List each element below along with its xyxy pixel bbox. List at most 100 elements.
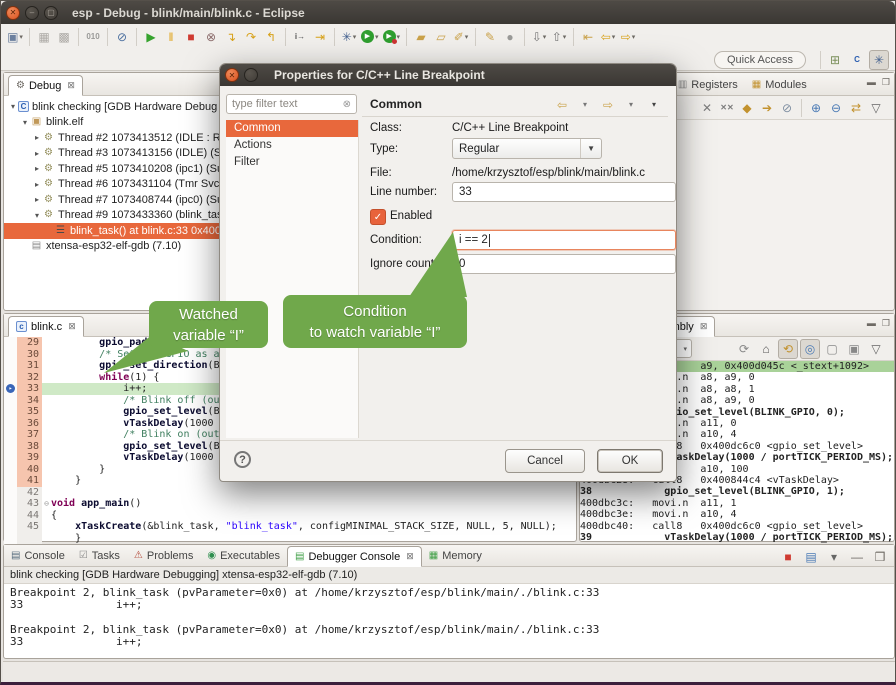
mark-occurrences-icon[interactable]: ✎ <box>480 27 500 47</box>
cpp-perspective-icon[interactable]: C <box>847 50 867 70</box>
home-icon[interactable]: ⌂ <box>756 339 776 359</box>
close-icon[interactable]: ⊠ <box>67 80 75 91</box>
view-menu-icon[interactable]: ▾ <box>644 95 664 115</box>
breakpoint-margin[interactable] <box>4 418 17 430</box>
debug-perspective-icon[interactable]: ✳ <box>869 50 889 70</box>
tab-tasks[interactable]: ☑Tasks <box>72 545 127 566</box>
clear-filter-icon[interactable]: ⊗ <box>343 99 351 110</box>
instruction-stepping-icon[interactable]: i→ <box>290 27 310 47</box>
dialog-close-button[interactable]: ✕ <box>225 68 239 82</box>
dialog-nav-filter[interactable]: Filter <box>226 154 358 171</box>
tab-blink-c[interactable]: c blink.c ⊠ <box>8 316 84 337</box>
breakpoint-margin[interactable] <box>4 429 17 441</box>
ignore-count-field[interactable]: 0 <box>452 254 676 274</box>
tab-registers[interactable]: ▥Registers <box>671 74 745 95</box>
maximize-icon[interactable]: ❒ <box>870 547 890 567</box>
enabled-checkbox[interactable]: ✓ <box>370 209 386 225</box>
breakpoint-margin[interactable] <box>4 406 17 418</box>
remove-breakpoint-icon[interactable]: ✕ <box>697 98 717 118</box>
collapsed-arrow-icon[interactable]: ▸ <box>32 164 42 173</box>
last-edit-location-icon[interactable]: ⇤ <box>578 27 598 47</box>
minimize-icon[interactable]: — <box>847 547 867 567</box>
track-expression-icon[interactable]: ◎ <box>800 339 820 359</box>
forward-icon[interactable]: ⇨ <box>598 95 618 115</box>
step-over-icon[interactable]: ↷ <box>241 27 261 47</box>
display-console-icon[interactable]: ▤ <box>801 547 821 567</box>
debug-dropdown-icon[interactable]: ✳▾ <box>339 27 359 47</box>
window-maximize-button[interactable]: ▢ <box>44 6 58 20</box>
dialog-window-button[interactable] <box>244 68 258 82</box>
breakpoint-margin[interactable] <box>4 452 17 464</box>
external-tools-icon[interactable]: ▶▾ <box>381 27 403 47</box>
terminate-console-icon[interactable]: ■ <box>778 547 798 567</box>
collapsed-arrow-icon[interactable]: ▸ <box>32 133 42 142</box>
condition-field[interactable]: i == 2 <box>452 230 676 250</box>
open-perspective-icon[interactable]: ⊞ <box>825 50 845 70</box>
import-folder-icon[interactable]: ▱ <box>431 27 451 47</box>
collapse-all-icon[interactable]: ⊖ <box>826 98 846 118</box>
back-icon[interactable]: ⇦▾ <box>598 27 618 47</box>
close-icon[interactable]: ⊠ <box>68 321 76 332</box>
goto-file-icon[interactable]: ➔ <box>757 98 777 118</box>
breakpoint-margin[interactable] <box>4 487 17 499</box>
breakpoint-margin[interactable] <box>4 464 17 476</box>
tab-debugger-console[interactable]: ▤Debugger Console⊠ <box>287 546 422 567</box>
maximize-icon[interactable]: ❒ <box>882 318 890 329</box>
breakpoint-margin[interactable] <box>4 349 17 361</box>
skip-all-icon[interactable]: ⊘ <box>777 98 797 118</box>
tab-executables[interactable]: ◉Executables <box>200 545 287 566</box>
breakpoint-margin[interactable] <box>4 475 17 487</box>
collapsed-arrow-icon[interactable]: ▸ <box>32 195 42 204</box>
back-dropdown-icon[interactable]: ▾ <box>575 95 595 115</box>
breakpoint-margin[interactable] <box>4 510 17 522</box>
disconnect-icon[interactable]: ⊗ <box>201 27 221 47</box>
show-supported-breakpoints-icon[interactable]: ◆ <box>737 98 757 118</box>
new-view-icon[interactable]: ▢ <box>822 339 842 359</box>
maximize-icon[interactable]: ❒ <box>882 77 890 88</box>
step-filters-icon[interactable]: ⇥ <box>310 27 330 47</box>
save-all-icon[interactable]: ▩ <box>54 27 74 47</box>
breakpoint-margin[interactable] <box>4 395 17 407</box>
link-with-debug-icon[interactable]: ⇄ <box>846 98 866 118</box>
binary-file-icon[interactable]: 010 <box>83 27 103 47</box>
breakpoint-margin[interactable] <box>4 498 17 510</box>
expanded-arrow-icon[interactable]: ▾ <box>8 102 18 111</box>
skip-all-breakpoints-icon[interactable]: ⊘ <box>112 27 132 47</box>
new-wizard-icon[interactable]: ▣▾ <box>5 27 25 47</box>
expand-all-icon[interactable]: ⊕ <box>806 98 826 118</box>
close-icon[interactable]: ⊠ <box>406 551 414 562</box>
block-selection-icon[interactable]: ● <box>500 27 520 47</box>
open-folder-icon[interactable]: ▰ <box>411 27 431 47</box>
tab-problems[interactable]: ⚠Problems <box>127 545 200 566</box>
line-number-field[interactable]: 33 <box>452 182 676 202</box>
view-menu-icon[interactable]: ▽ <box>866 339 886 359</box>
close-icon[interactable]: ⊠ <box>700 321 708 332</box>
breakpoint-margin[interactable] <box>4 533 17 545</box>
back-icon[interactable]: ⇦ <box>552 95 572 115</box>
breakpoint-margin[interactable]: ▸ <box>4 383 17 395</box>
type-select[interactable]: Regular ▼ <box>452 138 602 159</box>
previous-annotation-icon[interactable]: ⇧▾ <box>549 27 569 47</box>
help-icon[interactable]: ? <box>234 451 251 468</box>
forward-dropdown-icon[interactable]: ▾ <box>621 95 641 115</box>
dialog-nav-actions[interactable]: Actions <box>226 137 358 154</box>
tab-modules[interactable]: ▦Modules <box>745 74 814 95</box>
tab-console[interactable]: ▤Console <box>4 545 72 566</box>
remove-all-breakpoints-icon[interactable]: ✕✕ <box>717 98 737 118</box>
collapsed-arrow-icon[interactable]: ▸ <box>32 180 42 189</box>
expanded-arrow-icon[interactable]: ▾ <box>32 211 42 220</box>
collapsed-arrow-icon[interactable]: ▸ <box>32 149 42 158</box>
quick-access-button[interactable]: Quick Access <box>714 51 806 69</box>
pin-view-icon[interactable]: ▣ <box>844 339 864 359</box>
suspend-icon[interactable]: ‖ <box>161 27 181 47</box>
console-dropdown-icon[interactable]: ▾ <box>824 547 844 567</box>
resume-icon[interactable]: ▶ <box>141 27 161 47</box>
new-file-icon[interactable]: ✐▾ <box>451 27 471 47</box>
window-close-button[interactable]: ✕ <box>6 6 20 20</box>
terminate-icon[interactable]: ■ <box>181 27 201 47</box>
breakpoint-margin[interactable] <box>4 360 17 372</box>
breakpoint-margin[interactable] <box>4 521 17 533</box>
step-return-icon[interactable]: ↰ <box>261 27 281 47</box>
sync-context-icon[interactable]: ⟲ <box>778 339 798 359</box>
tab-debug[interactable]: ⚙ Debug ⊠ <box>8 75 83 96</box>
